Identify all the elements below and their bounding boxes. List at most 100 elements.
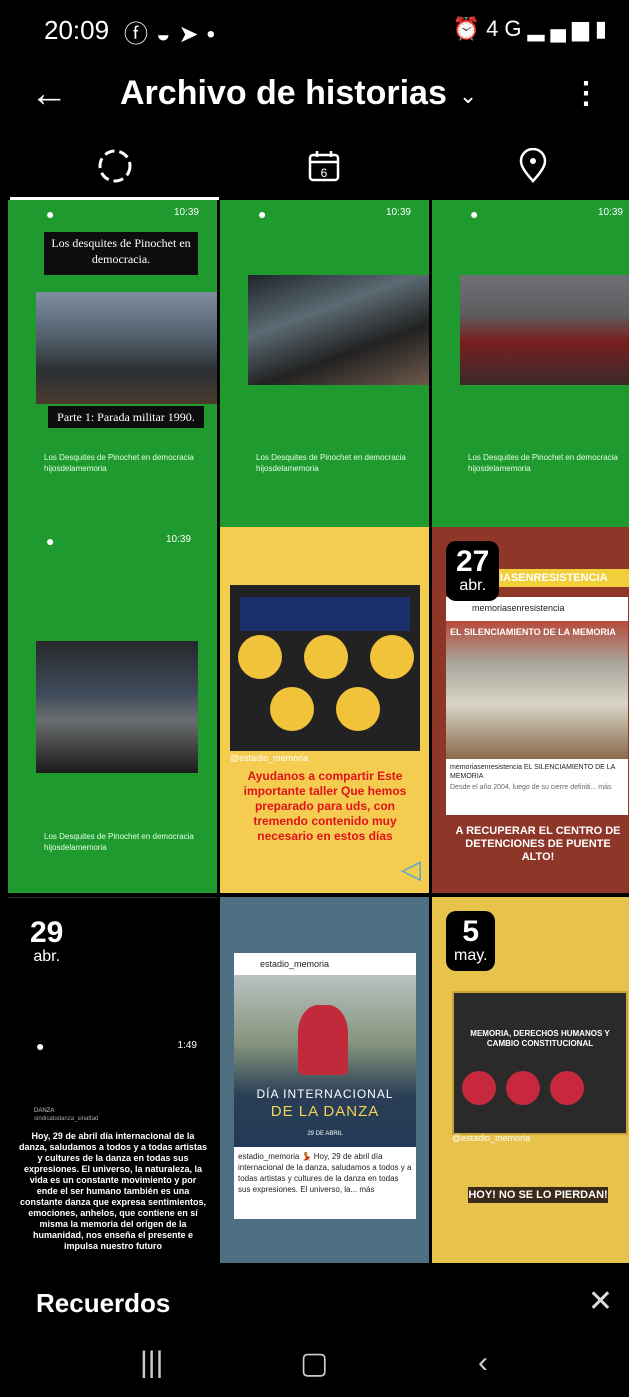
back-arrow-icon[interactable]: ← — [30, 74, 74, 118]
messenger-icon: ◒ — [156, 21, 179, 48]
poster-circle — [238, 635, 282, 679]
tab-map[interactable] — [428, 130, 629, 202]
tab-stories[interactable] — [10, 130, 219, 202]
story-header: Los desquites de Pinochet en democracia. — [44, 232, 198, 275]
badge-day: 29 — [30, 916, 64, 949]
camera-icon: ● — [470, 206, 479, 222]
close-icon[interactable]: ✕ — [588, 1284, 613, 1319]
tab-calendar[interactable]: 6 — [219, 130, 428, 202]
story-thumbnail[interactable]: ● 10:39 Los desquites de Pinochet en dem… — [8, 200, 217, 549]
story-user: @estadio_memoria — [452, 1133, 531, 1143]
battery-icon: ▮ — [594, 16, 613, 41]
more-options-icon[interactable]: ⋮ — [571, 76, 601, 111]
workshop-poster: MEMORIA, DERECHOS HUMANOS Y CAMBIO CONST… — [452, 991, 628, 1135]
page-title: Archivo de historias — [120, 74, 447, 112]
poster-circle — [304, 635, 348, 679]
story-time: 10:39 — [385, 207, 411, 218]
memories-bar: Recuerdos ✕ — [0, 1272, 629, 1332]
story-cta: HOY! NO SE LO PIERDAN! — [468, 1187, 608, 1203]
title-dropdown[interactable]: Archivo de historias ⌄ — [120, 74, 477, 113]
date-badge: 27 abr. — [446, 541, 500, 601]
post-headline: EL SILENCIAMIENTO DE LA MEMORIA — [450, 627, 616, 637]
shared-post: estadio_memoria DÍA INTERNACIONAL DE LA … — [234, 953, 416, 1219]
story-grid: ● 10:39 Los desquites de Pinochet en dem… — [8, 200, 629, 1264]
badge-day: 5 — [462, 915, 480, 948]
story-user: sindicatodanza_sinattad — [34, 1116, 99, 1122]
story-thumbnail[interactable]: estadio_memoria DÍA INTERNACIONAL DE LA … — [220, 897, 429, 1263]
video-frame — [36, 292, 217, 404]
video-frame — [248, 275, 429, 385]
story-caption: Los Desquites de Pinochet en democracia — [256, 453, 406, 462]
calendar-icon: 6 — [308, 151, 339, 182]
dot-icon: • — [206, 21, 224, 48]
story-user: hijosdelamemoria — [44, 843, 107, 852]
shared-post: memoriasenresistencia EL SILENCIAMIENTO … — [446, 597, 628, 815]
story-thumbnail[interactable]: @estadio_memoria Ayudanos a compartir Es… — [220, 527, 429, 893]
story-thumbnail[interactable]: RIASENRESISTENCIA memoriasenresistencia … — [432, 527, 629, 893]
story-user: hijosdelamemoria — [256, 464, 319, 473]
badge-month: abr. — [33, 948, 61, 965]
story-user: @estadio_memoria — [230, 753, 309, 763]
story-account-name: DANZA — [34, 1108, 55, 1114]
calendar-day: 6 — [320, 166, 327, 180]
post-account: estadio_memoria — [260, 959, 330, 969]
video-frame — [36, 641, 198, 773]
poster-circle — [336, 687, 380, 731]
home-icon[interactable]: ▢ — [300, 1346, 328, 1381]
story-thumbnail[interactable]: ● 10:39 Los Desquites de Pinochet en dem… — [220, 200, 429, 549]
story-user: hijosdelamemoria — [44, 464, 107, 473]
recents-icon[interactable]: ||| — [140, 1346, 163, 1380]
facebook-icon: ⓕ — [124, 21, 156, 48]
banner-text: RIASENRESISTENCIA — [492, 569, 629, 587]
status-bar: 20:09 ⓕ◒➤• ⏰4G▂▄▆▮ — [0, 0, 629, 60]
post-image — [446, 621, 628, 759]
speaker-photo — [506, 1071, 540, 1105]
poster-title: MEMORIA, DERECHOS HUMANOS Y CAMBIO CONST… — [470, 1029, 610, 1048]
post-desc: memoriasenresistencia EL SILENCIAMIENTO … — [450, 764, 615, 780]
badge-month: may. — [454, 947, 488, 964]
back-icon[interactable]: ‹ — [478, 1346, 488, 1380]
status-time: 20:09 — [44, 15, 110, 45]
memories-label[interactable]: Recuerdos — [36, 1288, 170, 1319]
loading-icon — [98, 149, 131, 183]
dancer — [298, 1005, 348, 1075]
system-nav-bar: ||| ▢ ‹ — [0, 1332, 629, 1397]
story-user: hijosdelamemoria — [468, 464, 531, 473]
chevron-down-icon: ⌄ — [458, 82, 478, 108]
video-frame — [460, 275, 629, 385]
story-caption: Los Desquites de Pinochet en democracia — [44, 832, 194, 841]
camera-icon: ● — [258, 206, 267, 222]
4g-icon: 4G — [486, 16, 528, 41]
post-title-2: DE LA DANZA — [270, 1103, 380, 1120]
badge-day: 27 — [456, 545, 490, 578]
archive-tabs: 6 — [0, 130, 629, 202]
camera-icon: ● — [36, 1038, 45, 1054]
story-footer: Parte 1: Parada militar 1990. — [48, 406, 204, 428]
story-bottom-text: A RECUPERAR EL CENTRO DE DETENCIONES DE … — [455, 825, 621, 863]
location-pin-icon — [519, 148, 546, 183]
story-text: Hoy, 29 de abril día internacional de la… — [18, 1131, 208, 1251]
story-thumbnail[interactable]: 29 abr. ● 1:49 DANZA sindicatodanza_sina… — [8, 897, 217, 1264]
speaker-photo — [550, 1071, 584, 1105]
badge-month: abr. — [459, 577, 487, 594]
poster-circle — [270, 687, 314, 731]
story-thumbnail[interactable]: ● 10:39 Los Desquites de Pinochet en dem… — [432, 200, 629, 549]
post-desc: estadio_memoria 💃 Hoy, 29 de abril día i… — [238, 1152, 412, 1194]
system-icons: ⏰4G▂▄▆▮ — [453, 16, 613, 42]
post-more: Desde el año 2004, luego de su cierre de… — [450, 784, 612, 791]
notification-icons: ⓕ◒➤• — [124, 14, 223, 49]
story-caption: Los Desquites de Pinochet en democracia — [468, 453, 618, 462]
story-caption: Los Desquites de Pinochet en democracia — [44, 453, 194, 462]
signal-icon: ▂▄▆ — [527, 16, 595, 41]
telegram-icon: ➤ — [178, 21, 207, 48]
story-thumbnail[interactable]: ● 10:39 Los Desquites de Pinochet en dem… — [8, 527, 217, 893]
post-image: DÍA INTERNACIONAL DE LA DANZA 29 DE ABRI… — [234, 975, 416, 1147]
story-thumbnail[interactable]: 5 may. MEMORIA, DERECHOS HUMANOS Y CAMBI… — [432, 897, 629, 1263]
app-bar: ← Archivo de historias ⌄ ⋮ — [0, 60, 629, 130]
poster-header — [240, 597, 410, 631]
story-text: Ayudanos a compartir Este importante tal… — [243, 769, 407, 843]
poster-circle — [370, 635, 414, 679]
send-icon: ◁ — [401, 854, 421, 884]
date-badge: 5 may. — [446, 911, 496, 971]
alarm-icon: ⏰ — [452, 16, 487, 41]
